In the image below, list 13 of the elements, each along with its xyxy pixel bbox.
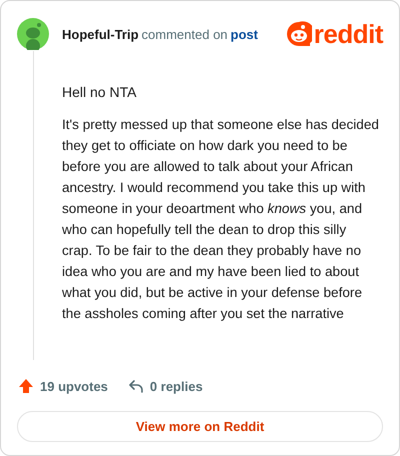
action-text: commented on [142, 26, 228, 42]
author-name[interactable]: Hopeful-Trip [62, 26, 139, 42]
comment-body: It's pretty messed up that someone else has decided they get to officiate on how dark you need to be before you are allowed to talk about your African ancestry. I would recommend you take this up with someone in your deoartment who knows you, and who can hopefully tell the dean to drop this silly crap. To be fair to the dean they probably have no idea who you are and my have been lied to about what you did, but be active in your defense before the assholes coming after you set the narrative [62, 116, 380, 323]
post-link[interactable]: post [230, 26, 258, 42]
avatar-icon [17, 18, 49, 50]
upvote-icon [18, 378, 34, 394]
comment-title: Hell no NTA [62, 83, 138, 102]
upvote-count: 19 upvotes [40, 378, 108, 394]
snoo-icon [286, 21, 312, 47]
reddit-logo: reddit [314, 21, 383, 47]
view-more-button[interactable]: View more on Reddit [17, 411, 383, 442]
reply-icon [128, 378, 144, 394]
reply-count: 0 replies [150, 378, 203, 394]
